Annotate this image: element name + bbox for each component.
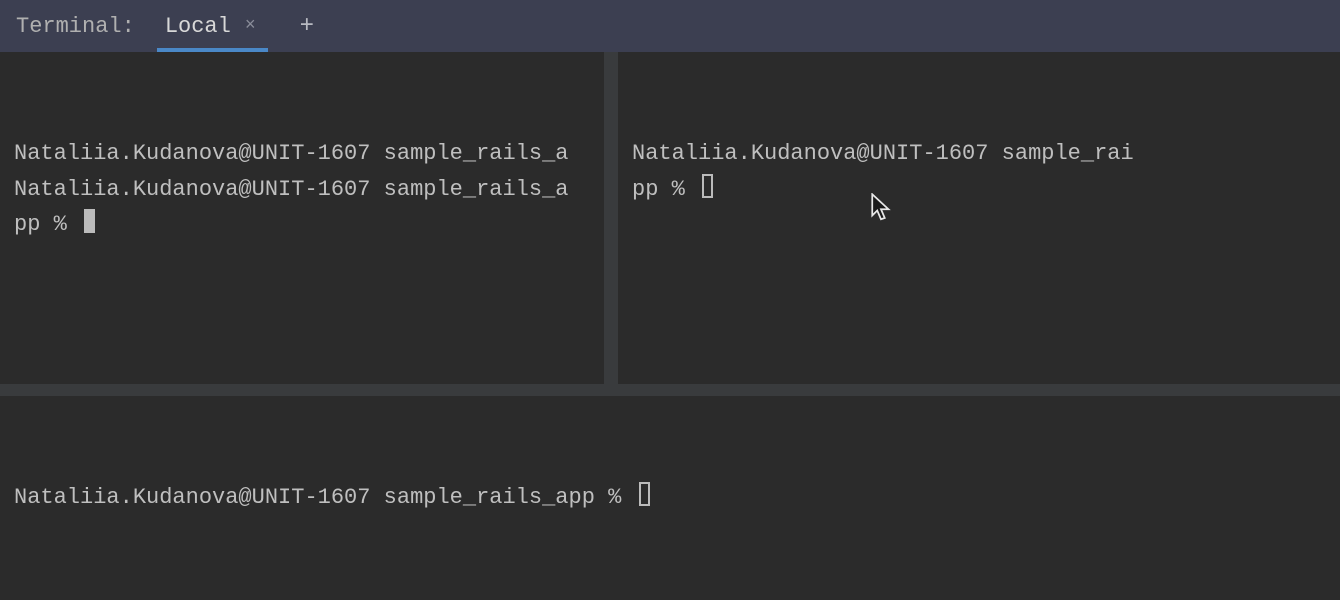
terminal-pane-left[interactable]: Nataliia.Kudanova@UNIT-1607 sample_rails… [0, 52, 604, 384]
terminal-splits: Nataliia.Kudanova@UNIT-1607 sample_rails… [0, 52, 1340, 600]
prompt-line: pp % [632, 177, 698, 202]
prompt-line: Nataliia.Kudanova@UNIT-1607 sample_rails… [14, 177, 569, 202]
prompt-line: Nataliia.Kudanova@UNIT-1607 sample_rai [632, 136, 1326, 171]
tab-local[interactable]: Local × [159, 0, 262, 52]
close-icon[interactable]: × [245, 17, 256, 35]
prompt-line: Nataliia.Kudanova@UNIT-1607 sample_rails… [14, 485, 635, 510]
prompt-line: pp % [14, 212, 80, 237]
terminal-pane-right[interactable]: Nataliia.Kudanova@UNIT-1607 sample_raipp… [618, 52, 1340, 384]
cursor-icon [84, 209, 95, 233]
cursor-icon [639, 482, 650, 506]
terminal-title: Terminal: [16, 14, 135, 39]
terminal-header: Terminal: Local × + [0, 0, 1340, 52]
add-tab-button[interactable]: + [300, 13, 314, 40]
terminal-pane-bottom[interactable]: Nataliia.Kudanova@UNIT-1607 sample_rails… [0, 396, 1340, 600]
tab-label: Local [165, 14, 231, 39]
cursor-icon [702, 174, 713, 198]
terminal-top-row: Nataliia.Kudanova@UNIT-1607 sample_rails… [0, 52, 1340, 384]
prompt-line: Nataliia.Kudanova@UNIT-1607 sample_rails… [14, 136, 589, 171]
vertical-splitter[interactable] [604, 52, 618, 384]
horizontal-splitter[interactable] [0, 384, 1340, 396]
